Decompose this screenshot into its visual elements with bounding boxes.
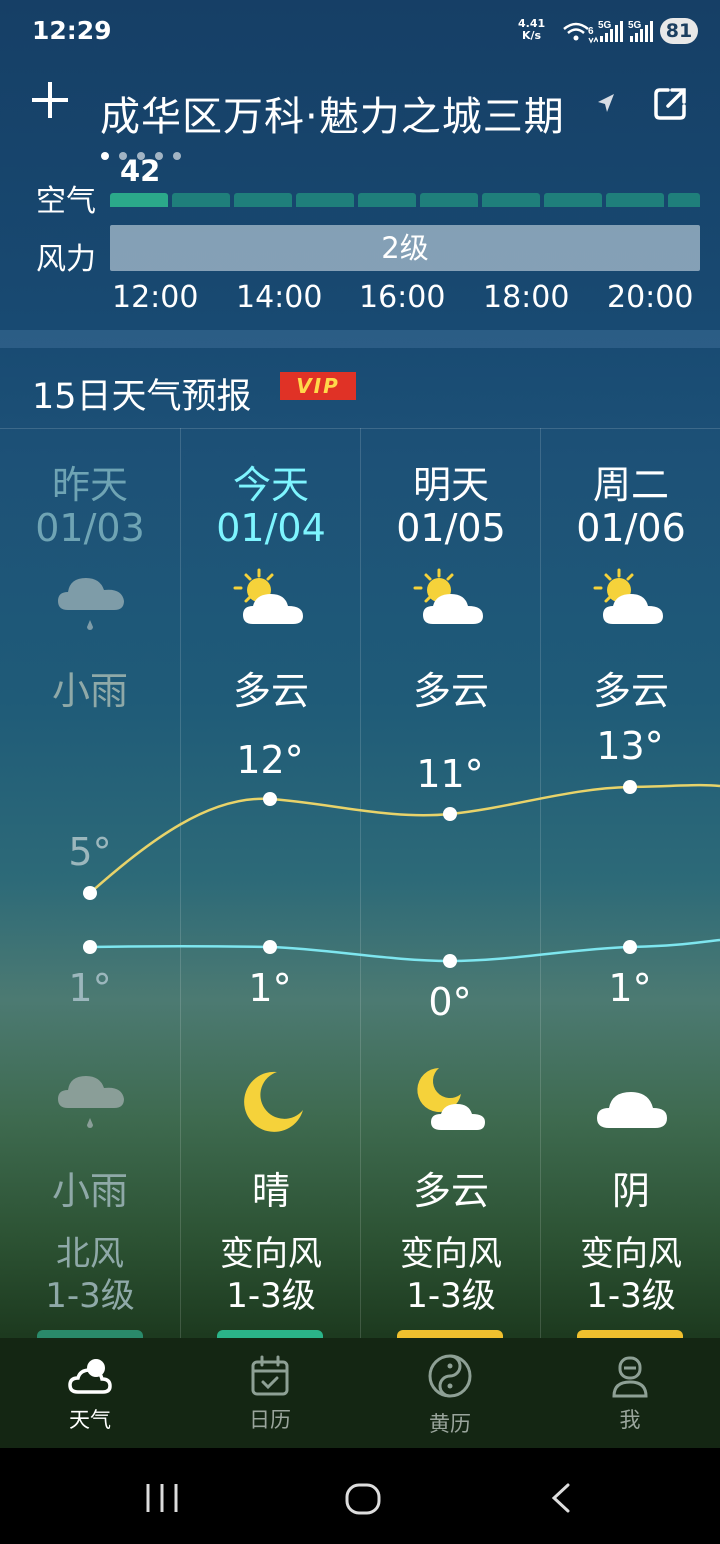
- forecast-title: 15日天气预报: [32, 377, 252, 417]
- aqi-pills-row: [0, 1330, 720, 1340]
- wind-level: 1-3级: [45, 1276, 135, 1316]
- tab-label: 黄历: [429, 1412, 471, 1436]
- night-condition: 小雨: [51, 1169, 128, 1213]
- hour-label: 14:00: [236, 280, 323, 315]
- weather-cloud-icon: [68, 1359, 112, 1394]
- high-temp-curve: [89, 783, 720, 894]
- section-divider: [0, 330, 720, 348]
- rain-icon: [58, 1076, 124, 1128]
- wind-level: 1-3级: [406, 1276, 496, 1316]
- status-time: 12:29: [32, 16, 112, 45]
- air-quality-label: 空气: [36, 184, 96, 219]
- location-title[interactable]: 成华区万科·魅力之城三期: [100, 84, 565, 142]
- wind-level: 1-3级: [586, 1276, 676, 1316]
- aqi-value: 42: [120, 154, 161, 188]
- system-nav-bar: [0, 1448, 720, 1544]
- partly-cloudy-day-icon: [593, 568, 663, 624]
- rain-icon: [58, 578, 124, 630]
- day-condition: 多云: [412, 669, 489, 713]
- net-speed: 4.41 K/s: [518, 18, 545, 42]
- tab-weather[interactable]: 天气: [0, 1338, 180, 1448]
- tab-label: 天气: [69, 1408, 111, 1432]
- person-icon: [612, 1356, 648, 1398]
- date-label: 01/03: [35, 506, 145, 550]
- partly-cloudy-day-icon: [233, 568, 303, 624]
- date-label: 01/06: [576, 506, 686, 550]
- high-temp-point: [443, 807, 457, 821]
- low-temp-point: [83, 940, 97, 954]
- hour-label: 12:00: [112, 280, 199, 315]
- yin-yang-icon: [428, 1354, 472, 1398]
- low-temp-point: [623, 940, 637, 954]
- hour-label: 16:00: [359, 280, 446, 315]
- signal-5g-icon-2: 5G: [628, 20, 653, 42]
- bottom-tab-bar: 天气 日历 黄历 我: [0, 1338, 720, 1448]
- night-condition: 阴: [611, 1169, 650, 1213]
- tab-label: 日历: [249, 1408, 291, 1432]
- recents-icon[interactable]: [140, 1482, 184, 1514]
- low-temp-point: [443, 954, 457, 968]
- day-label: 明天: [412, 463, 489, 507]
- add-city-button[interactable]: [28, 78, 72, 122]
- home-icon[interactable]: [344, 1482, 382, 1516]
- calendar-icon: [251, 1355, 289, 1396]
- day-label: 昨天: [51, 463, 128, 507]
- status-bar: 12:29 4.41 K/s 6 5G 5G 81: [0, 0, 720, 64]
- partly-cloudy-night-icon: [417, 1068, 485, 1130]
- high-temp-point: [263, 792, 277, 806]
- day-condition: 多云: [592, 669, 669, 713]
- aqi-hourly-bar: [110, 193, 700, 207]
- wind-force-label: 风力: [36, 242, 96, 277]
- date-label: 01/04: [216, 506, 326, 550]
- wifi-label: 6: [588, 26, 594, 37]
- day-label: 今天: [232, 463, 309, 507]
- tab-calendar[interactable]: 日历: [180, 1338, 360, 1448]
- signal-5g-icon-1: 5G: [598, 20, 623, 42]
- tab-label: 我: [619, 1408, 641, 1432]
- page-dot: [101, 152, 109, 160]
- vip-badge[interactable]: VIP: [280, 372, 356, 400]
- day-label: 周二: [592, 463, 669, 507]
- sim1-label: 5G: [598, 20, 612, 31]
- cloud-icon: [597, 1092, 667, 1128]
- high-temp-point: [623, 780, 637, 794]
- tab-me[interactable]: 我: [540, 1338, 720, 1448]
- share-button[interactable]: [652, 86, 688, 122]
- net-speed-unit: K/s: [522, 29, 542, 42]
- night-condition: 晴: [251, 1169, 290, 1213]
- wind-force-bar: 2级: [110, 225, 700, 271]
- battery-level: 81: [660, 18, 698, 44]
- day-condition: 小雨: [51, 669, 128, 713]
- sim2-label: 5G: [628, 20, 642, 31]
- wind-level: 1-3级: [226, 1276, 316, 1316]
- location-arrow-icon: [598, 94, 614, 112]
- header: 成华区万科·魅力之城三期: [0, 70, 720, 150]
- wifi-icon: 6: [563, 22, 598, 44]
- back-icon[interactable]: [546, 1482, 576, 1514]
- low-temp-point: [263, 940, 277, 954]
- partly-cloudy-day-icon: [413, 568, 483, 624]
- moon-icon: [244, 1071, 303, 1132]
- date-label: 01/05: [396, 506, 506, 550]
- day-condition: 多云: [232, 669, 309, 713]
- night-condition: 多云: [412, 1169, 489, 1213]
- high-temp-point: [83, 886, 97, 900]
- hour-label: 20:00: [607, 280, 694, 315]
- page-dot: [173, 152, 181, 160]
- tab-almanac[interactable]: 黄历: [360, 1338, 540, 1448]
- hour-label: 18:00: [483, 280, 570, 315]
- temperature-chart: [83, 780, 720, 968]
